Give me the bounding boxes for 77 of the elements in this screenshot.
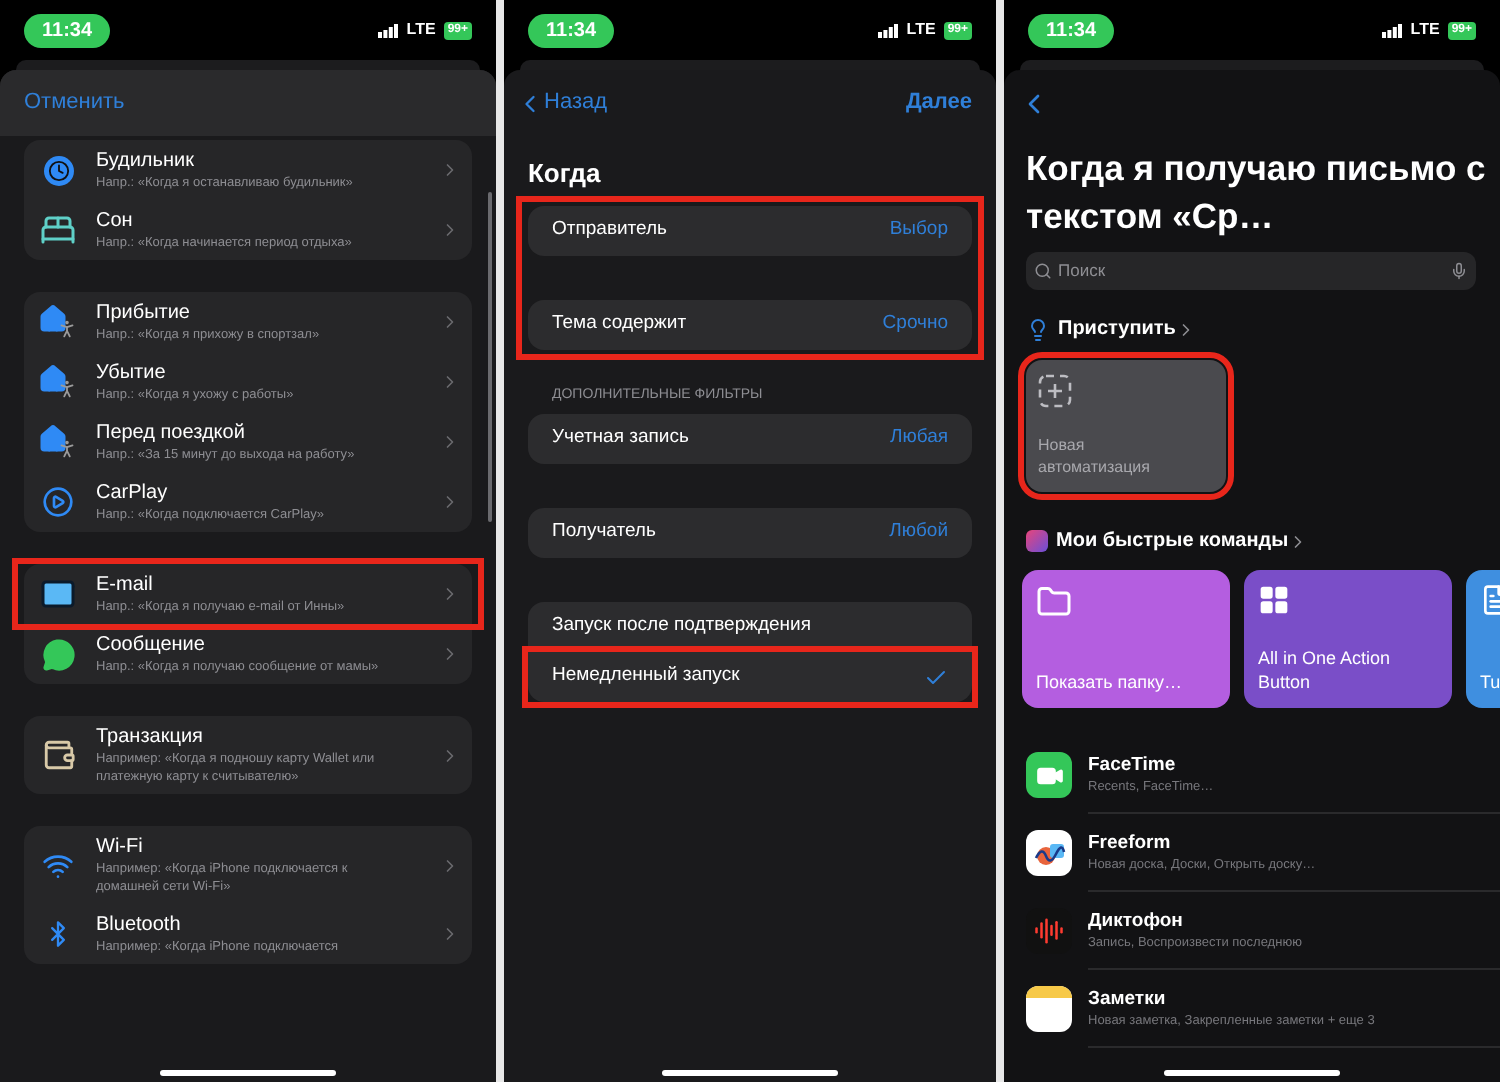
screen-title: Когда я получаю письмо с текстом «Ср… (1026, 146, 1488, 240)
my-shortcuts-link[interactable]: Мои быстрые команды (1056, 526, 1309, 556)
setting-row[interactable]: Учетная запись Любая (528, 414, 972, 464)
network-label: LTE (406, 18, 436, 42)
get-started-link[interactable]: Приступить (1058, 314, 1196, 344)
status-time: 11:34 (528, 13, 615, 47)
search-icon (1034, 262, 1052, 280)
trigger-title: Wi-Fi (96, 834, 145, 860)
clock-icon (43, 155, 73, 185)
trigger-title: Прибытие (96, 300, 192, 326)
option-label: Запуск после подтверждения (552, 612, 811, 641)
setting-value: Любая (889, 424, 948, 453)
squiggle-app-icon (1026, 830, 1072, 876)
bed-icon (40, 212, 76, 248)
shortcut-label: Tu (1480, 670, 1500, 694)
wallet-icon (41, 738, 75, 772)
house-person-icon (38, 364, 78, 400)
shortcut-label: Показать папку… (1036, 670, 1185, 694)
grid-icon (1258, 584, 1290, 616)
signal-icon (378, 23, 399, 37)
cancel-button[interactable]: Отменить (24, 86, 125, 120)
message-bubble-icon (41, 637, 75, 671)
app-name: Диктофон (1088, 909, 1185, 933)
status-time: 11:34 (24, 13, 111, 47)
back-button[interactable]: Назад (516, 86, 608, 120)
shortcuts-app-icon (1026, 530, 1048, 552)
new-automation-card[interactable]: Новая автоматизация (1026, 360, 1226, 492)
setting-label: Получатель (552, 518, 656, 547)
trigger-title: Убытие (96, 360, 168, 386)
shortcut-tile[interactable]: All in One Action Button (1244, 570, 1452, 708)
trigger-title: Bluetooth (96, 912, 183, 938)
trigger-title: Сон (96, 208, 135, 234)
launch-option[interactable]: Запуск после подтверждения (528, 602, 972, 652)
status-time: 11:34 (1028, 13, 1115, 47)
trigger-title: Будильник (96, 148, 196, 174)
signal-icon (1382, 23, 1403, 37)
setting-value: Любой (889, 518, 948, 547)
microphone-icon (1450, 262, 1468, 280)
network-label: LTE (906, 18, 936, 42)
app-name: Freeform (1088, 831, 1173, 855)
setting-label: Тема содержит (552, 309, 687, 338)
search-input[interactable]: Поиск (1058, 258, 1444, 284)
wifi-icon (42, 849, 74, 881)
shortcut-label: All in One Action Button (1258, 646, 1393, 694)
setting-value: Срочно (882, 309, 948, 338)
section-heading: Когда (528, 156, 603, 192)
setting-row[interactable]: Тема содержит Срочно (528, 299, 972, 349)
notepad-app-icon (1026, 986, 1072, 1032)
setting-label: Учетная запись (552, 424, 689, 453)
house-person-icon (38, 304, 78, 340)
folder-icon (1036, 584, 1072, 620)
dashed-plus-square-icon (1038, 374, 1072, 408)
next-button[interactable]: Далее (905, 86, 972, 120)
new-automation-label: Новая автоматизация (1038, 434, 1152, 478)
trigger-title: E-mail (96, 572, 155, 598)
setting-value: Выбор (889, 215, 948, 244)
shortcut-tile[interactable]: Показать папку… (1022, 570, 1230, 708)
checkmark-icon (924, 665, 948, 689)
app-name: Заметки (1088, 987, 1168, 1011)
setting-row[interactable]: Отправитель Выбор (528, 205, 972, 255)
house-person-icon (38, 424, 78, 460)
launch-option[interactable]: Немедленный запуск (528, 652, 972, 702)
mail-icon (40, 576, 76, 612)
search-bar[interactable]: Поиск (1026, 252, 1476, 290)
app-name: FaceTime (1088, 753, 1178, 777)
network-label: LTE (1410, 18, 1440, 42)
trigger-title: Транзакция (96, 724, 205, 750)
trigger-title: CarPlay (96, 480, 170, 506)
video-camera-app-icon (1026, 752, 1072, 798)
play-circle-icon (42, 486, 74, 518)
option-label: Немедленный запуск (552, 662, 740, 691)
trigger-title: Сообщение (96, 632, 207, 658)
lightbulb-icon (1026, 317, 1050, 341)
trigger-title: Перед поездкой (96, 420, 247, 446)
setting-label: Отправитель (552, 215, 668, 244)
signal-icon (878, 23, 899, 37)
setting-row[interactable]: Получатель Любой (528, 508, 972, 558)
